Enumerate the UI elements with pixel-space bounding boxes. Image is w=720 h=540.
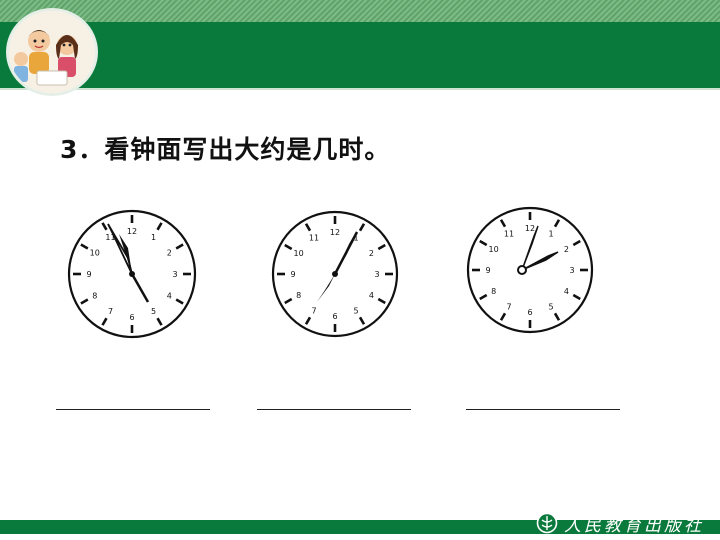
answer-line-1[interactable] (56, 409, 210, 410)
publisher-name: 人民教育出版社 (564, 515, 704, 536)
header-divider (0, 88, 720, 90)
clock-number: 1 (151, 233, 156, 242)
clock-number: 4 (167, 292, 172, 301)
clock-number: 6 (129, 313, 134, 322)
clock-number: 3 (569, 266, 574, 275)
question-text: 3．看钟面写出大约是几时。 (60, 135, 391, 164)
clock-number: 12 (525, 224, 535, 233)
clock-number: 2 (564, 245, 569, 254)
clock-number: 6 (332, 312, 337, 321)
answer-line-2[interactable] (257, 409, 411, 410)
clock-number: 12 (127, 227, 137, 236)
header-band (0, 22, 720, 88)
clock-3: 121234567891011 (466, 206, 594, 334)
clock-number: 7 (506, 302, 511, 311)
clock-1: 121234567891011 (67, 209, 197, 339)
clock-number: 4 (369, 291, 374, 300)
clock-number: 8 (296, 291, 301, 300)
clock-number: 3 (172, 270, 177, 279)
clock-number: 9 (290, 270, 295, 279)
clock-number: 5 (548, 302, 553, 311)
clock-number: 5 (353, 306, 358, 315)
clock-number: 12 (330, 228, 340, 237)
clock-number: 5 (151, 307, 156, 316)
clock-number: 3 (374, 270, 379, 279)
answer-line-3[interactable] (466, 409, 620, 410)
clock-number: 2 (167, 249, 172, 258)
children-logo-icon (6, 8, 98, 96)
clock-number: 10 (90, 249, 100, 258)
clock-number: 11 (504, 230, 514, 239)
header-stripe (0, 0, 720, 22)
clock-number: 8 (491, 287, 496, 296)
clock-number: 2 (369, 249, 374, 258)
clock-number: 1 (548, 230, 553, 239)
clock-number: 9 (485, 266, 490, 275)
publisher: 人民教育出版社 (536, 508, 704, 538)
clock-2: 121234567891011 (271, 210, 399, 338)
clock-number: 10 (489, 245, 499, 254)
clock-number: 8 (92, 292, 97, 301)
clock-number: 4 (564, 287, 569, 296)
clock-number: 7 (108, 307, 113, 316)
clock-number: 9 (86, 270, 91, 279)
pep-logo-icon (536, 512, 558, 534)
clock-number: 11 (309, 234, 319, 243)
clock-number: 10 (294, 249, 304, 258)
clock-number: 7 (311, 306, 316, 315)
clock-number: 6 (527, 308, 532, 317)
